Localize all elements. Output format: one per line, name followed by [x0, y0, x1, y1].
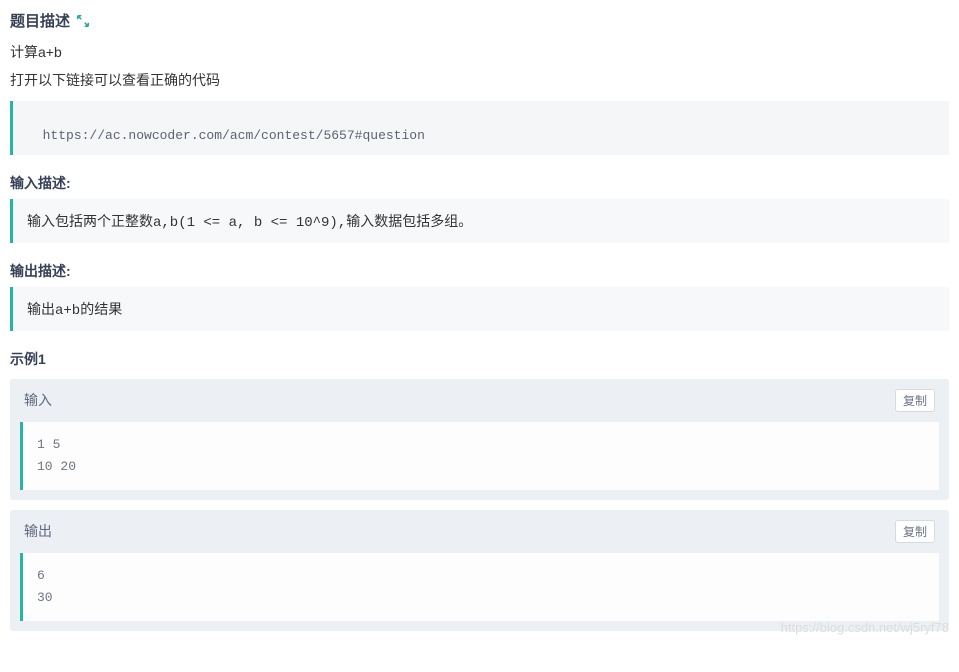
problem-title-heading: 题目描述 — [10, 10, 949, 31]
example-output-label: 输出 — [24, 521, 52, 541]
example-title: 示例1 — [10, 349, 949, 369]
problem-desc-line-1: 计算a+b — [10, 41, 949, 65]
example-input-content: 1 5 10 20 — [20, 422, 939, 490]
problem-link-block: https://ac.nowcoder.com/acm/contest/5657… — [10, 101, 949, 155]
input-desc-title: 输入描述: — [10, 173, 949, 193]
example-input-label: 输入 — [24, 390, 52, 410]
problem-link-text: https://ac.nowcoder.com/acm/contest/5657… — [43, 128, 425, 143]
example-input-block: 输入 复制 1 5 10 20 — [10, 379, 949, 500]
output-desc-block: 输出a+b的结果 — [10, 287, 949, 331]
example-output-header: 输出 复制 — [10, 510, 949, 553]
copy-output-button[interactable]: 复制 — [895, 520, 935, 543]
problem-desc-line-2: 打开以下链接可以查看正确的代码 — [10, 69, 949, 93]
output-desc-content: 输出a+b的结果 — [27, 303, 122, 319]
input-desc-content: 输入包括两个正整数a,b(1 <= a, b <= 10^9),输入数据包括多组… — [27, 215, 472, 231]
example-input-header: 输入 复制 — [10, 379, 949, 422]
example-output-content: 6 30 — [20, 553, 939, 621]
copy-input-button[interactable]: 复制 — [895, 389, 935, 412]
problem-title-text: 题目描述 — [10, 10, 70, 31]
input-desc-block: 输入包括两个正整数a,b(1 <= a, b <= 10^9),输入数据包括多组… — [10, 199, 949, 243]
expand-icon[interactable] — [76, 14, 90, 28]
example-output-block: 输出 复制 6 30 — [10, 510, 949, 631]
output-desc-title: 输出描述: — [10, 261, 949, 281]
